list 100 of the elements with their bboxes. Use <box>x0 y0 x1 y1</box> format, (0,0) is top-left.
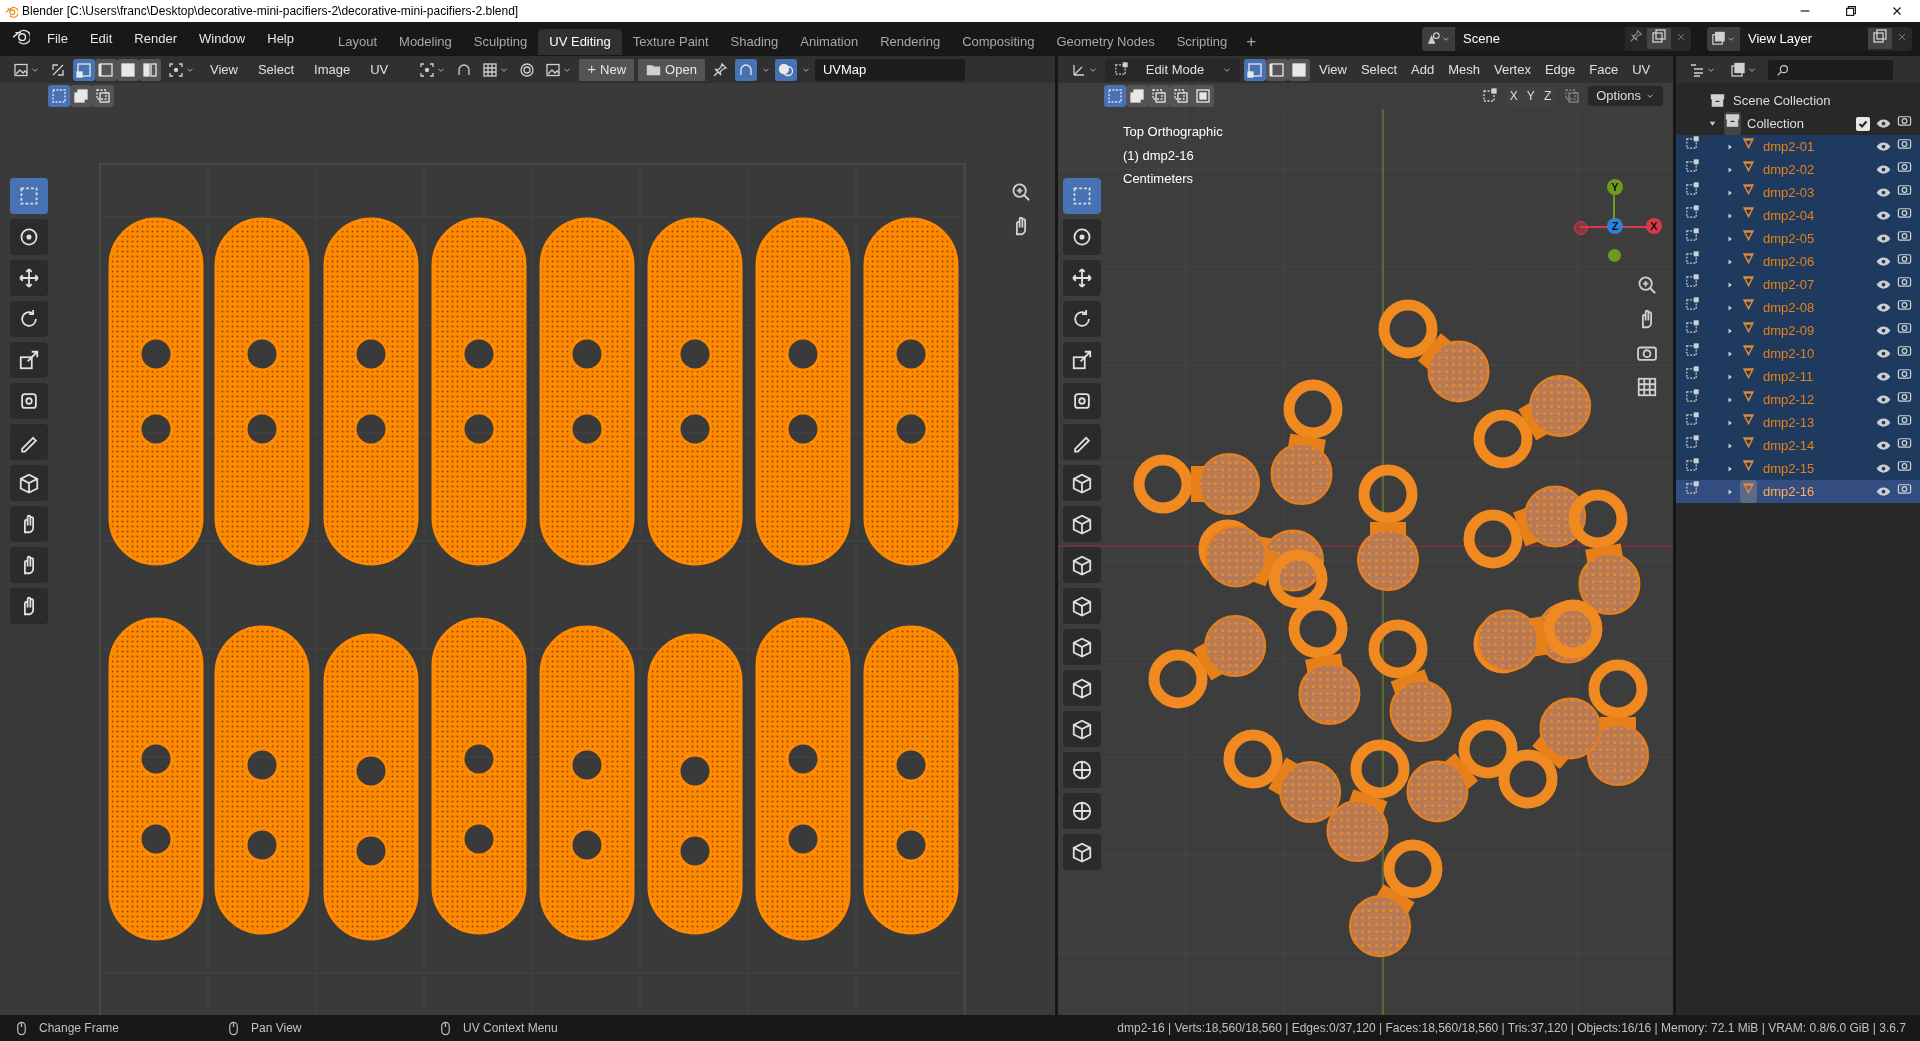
negative-y-axis-icon[interactable] <box>1608 249 1621 262</box>
workspace-tab[interactable]: Compositing <box>951 29 1046 55</box>
tool-button[interactable] <box>1063 301 1101 337</box>
eye-icon[interactable] <box>1876 392 1891 407</box>
camera-icon[interactable] <box>1897 113 1912 129</box>
outliner-row[interactable]: dmp2-15 <box>1676 457 1920 480</box>
disclosure-triangle-icon[interactable] <box>1726 211 1734 220</box>
workspace-tab[interactable]: Shading <box>719 29 790 55</box>
camera-icon[interactable] <box>1897 389 1912 405</box>
eye-icon[interactable] <box>1876 277 1891 292</box>
workspace-tab[interactable]: Scripting <box>1165 29 1239 55</box>
menu-item[interactable]: File <box>38 25 77 52</box>
tool-button[interactable] <box>1063 752 1101 788</box>
edit-mode-icon[interactable] <box>1684 320 1699 336</box>
box-select-mode-button[interactable] <box>70 85 92 107</box>
edit-mode-icon[interactable] <box>1684 251 1699 267</box>
eye-icon[interactable] <box>1876 484 1891 499</box>
box-select-mode-button[interactable] <box>1104 85 1126 107</box>
select-mode-button[interactable] <box>95 58 117 81</box>
disclosure-triangle-icon[interactable] <box>1726 441 1734 450</box>
tool-button[interactable] <box>10 465 48 501</box>
tool-button[interactable] <box>10 342 48 378</box>
tool-button[interactable] <box>1063 629 1101 665</box>
eye-icon[interactable] <box>1876 162 1891 177</box>
uv-map-field[interactable]: UVMap <box>814 58 965 81</box>
edit-mode-icon[interactable] <box>1684 435 1699 451</box>
box-select-mode-button[interactable] <box>1126 85 1148 107</box>
tool-button[interactable] <box>1063 260 1101 296</box>
tool-button[interactable] <box>10 383 48 419</box>
camera-icon[interactable] <box>1897 136 1912 152</box>
scene-selector[interactable] <box>1422 26 1455 51</box>
workspace-tab[interactable]: Animation <box>789 29 870 55</box>
collection-label[interactable]: Collection <box>1747 113 1850 134</box>
image-open-button[interactable]: Open <box>638 58 705 81</box>
outliner-row[interactable]: dmp2-07 <box>1676 273 1920 296</box>
camera-icon[interactable] <box>1897 205 1912 221</box>
camera-icon[interactable] <box>1897 435 1912 451</box>
eye-icon[interactable] <box>1876 346 1891 361</box>
outliner-row[interactable]: dmp2-13 <box>1676 411 1920 434</box>
select-mode-button[interactable] <box>1244 58 1266 81</box>
select-mode-button[interactable] <box>1288 58 1310 81</box>
camera-icon[interactable] <box>1897 228 1912 244</box>
camera-icon[interactable] <box>1897 297 1912 313</box>
new-scene-icon[interactable] <box>1651 27 1667 44</box>
edit-mode-icon[interactable] <box>1684 159 1699 175</box>
disclosure-triangle-icon[interactable] <box>1726 395 1734 404</box>
disclosure-triangle-icon[interactable] <box>1726 487 1734 496</box>
camera-icon[interactable] <box>1897 343 1912 359</box>
camera-icon[interactable] <box>1897 159 1912 175</box>
grid-icon[interactable] <box>1636 376 1658 398</box>
new-view-layer-icon[interactable] <box>1872 27 1888 44</box>
menu-item[interactable]: Image <box>306 59 359 80</box>
menu-item[interactable]: Vertex <box>1489 59 1536 80</box>
disclosure-triangle-icon[interactable] <box>1726 234 1734 243</box>
outliner-row[interactable]: dmp2-12 <box>1676 388 1920 411</box>
disclosure-triangle-icon[interactable] <box>1726 303 1734 312</box>
eye-icon[interactable] <box>1876 185 1891 200</box>
tool-button[interactable] <box>1063 793 1101 829</box>
menu-item[interactable]: Add <box>1406 59 1440 80</box>
eye-icon[interactable] <box>1876 415 1891 430</box>
edit-mode-icon[interactable] <box>1684 182 1699 198</box>
menu-item[interactable]: UV <box>362 59 397 80</box>
camera-icon[interactable] <box>1897 458 1912 474</box>
pin-icon[interactable] <box>1629 28 1643 43</box>
exclude-checkbox[interactable] <box>1856 116 1870 131</box>
workspace-tab[interactable]: Modeling <box>388 29 463 55</box>
tool-button[interactable] <box>1063 383 1101 419</box>
menu-item[interactable]: UV <box>1627 59 1656 80</box>
eye-icon[interactable] <box>1876 438 1891 453</box>
eye-icon[interactable] <box>1876 116 1891 131</box>
tool-button[interactable] <box>10 588 48 624</box>
uv-sync-button[interactable] <box>734 58 757 81</box>
search-field[interactable] <box>1768 59 1893 80</box>
eye-icon[interactable] <box>1876 254 1891 269</box>
menu-item[interactable]: Render <box>125 25 186 52</box>
scene-field[interactable]: Scene <box>1455 26 1625 51</box>
outliner-row[interactable]: dmp2-11 <box>1676 365 1920 388</box>
tool-button[interactable] <box>1063 424 1101 460</box>
edit-mode-icon[interactable] <box>1684 205 1699 221</box>
select-mode-button[interactable] <box>73 58 95 81</box>
edit-mode-icon[interactable] <box>1684 228 1699 244</box>
tool-button[interactable] <box>10 547 48 583</box>
disclosure-triangle-icon[interactable] <box>1726 418 1734 427</box>
tool-button[interactable] <box>1063 506 1101 542</box>
camera-icon[interactable] <box>1897 274 1912 290</box>
menu-item[interactable]: Select <box>1355 59 1403 80</box>
eye-icon[interactable] <box>1876 231 1891 246</box>
disclosure-triangle-icon[interactable] <box>1726 372 1734 381</box>
outliner-row[interactable]: dmp2-10 <box>1676 342 1920 365</box>
tool-button[interactable] <box>1063 670 1101 706</box>
eye-icon[interactable] <box>1876 323 1891 338</box>
disclosure-triangle-icon[interactable] <box>1726 349 1734 358</box>
tool-button[interactable] <box>10 260 48 296</box>
select-mode-button[interactable] <box>1266 58 1288 81</box>
gizmo-axis-button[interactable]: Z <box>1607 218 1623 234</box>
mode-dropdown[interactable]: Edit Mode <box>1105 58 1240 81</box>
disclosure-triangle-icon[interactable] <box>1726 165 1734 174</box>
outliner-row[interactable]: dmp2-14 <box>1676 434 1920 457</box>
eye-icon[interactable] <box>1876 139 1891 154</box>
outliner-row[interactable]: dmp2-08 <box>1676 296 1920 319</box>
